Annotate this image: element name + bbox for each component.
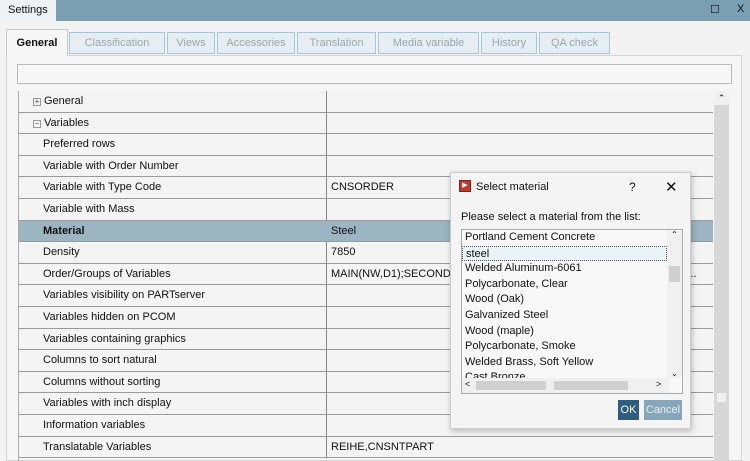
material-item[interactable]: Wood (Oak) [462, 292, 682, 308]
property-label: Variables with inch display [43, 397, 172, 410]
property-label: Variables hidden on PCOM [43, 310, 176, 323]
property-label: Columns to sort natural [43, 354, 157, 367]
property-name: Variable with Mass [19, 198, 327, 220]
property-row[interactable]: + General [19, 91, 713, 113]
collapse-icon[interactable]: − [33, 119, 41, 128]
material-item[interactable]: Galvanized Steel [462, 308, 682, 324]
material-item[interactable]: Welded Aluminum-6061 [462, 261, 682, 277]
window-titlebar: Settings ☐ X [0, 0, 750, 21]
property-name: Variable with Order Number [19, 155, 327, 177]
property-value[interactable] [328, 91, 713, 112]
app-icon: ▶ [459, 180, 471, 192]
property-name: Variables visibility on PARTserver [19, 285, 327, 306]
tab-accessories[interactable]: Accessories [217, 32, 295, 54]
chevron-up-icon[interactable]: ⌃ [667, 230, 682, 239]
property-name: Columns without sorting [19, 371, 327, 393]
list-hscroll-thumb[interactable] [546, 381, 554, 390]
material-item[interactable]: Portland Cement Concrete [462, 230, 682, 246]
property-label: Variables containing graphics [43, 332, 186, 345]
material-list[interactable]: Portland Cement Concrete steel Welded Alum… [461, 229, 683, 394]
close-icon[interactable]: X [737, 3, 744, 15]
property-row[interactable]: − Variables [19, 112, 713, 135]
property-label: Preferred rows [43, 138, 116, 151]
material-item[interactable]: Welded Brass, Soft Yellow [462, 355, 682, 371]
tab-qa-check[interactable]: QA check [539, 32, 610, 54]
property-name: Variables with inch display [19, 393, 327, 414]
dialog-title: Select material [476, 181, 549, 193]
property-name: Information variables [19, 414, 327, 436]
material-item[interactable]: Polycarbonate, Smoke [462, 339, 682, 355]
property-value[interactable] [328, 113, 713, 134]
property-label: General [44, 95, 84, 107]
list-scroll-thumb[interactable] [669, 266, 680, 282]
property-label: Translatable Variables [43, 440, 152, 453]
tab-history[interactable]: History [481, 32, 537, 54]
tab-views[interactable]: Views [167, 32, 215, 54]
dialog-close-button[interactable]: ✕ [665, 178, 678, 196]
property-name: Order/Groups of Variables [19, 263, 327, 285]
list-horizontal-scrollbar[interactable]: < > [462, 378, 669, 393]
property-row[interactable]: Translatable Variables REIHE,CNSNTPART [19, 436, 713, 459]
chevron-left-icon[interactable]: < [465, 379, 470, 389]
property-name: Variables containing graphics [19, 328, 327, 350]
property-name: Variables hidden on PCOM [19, 306, 327, 328]
property-label: Information variables [43, 418, 146, 431]
property-row[interactable]: Preferred rows [19, 134, 713, 156]
property-label: Variable with Order Number [43, 159, 179, 172]
scroll-thumb[interactable] [717, 393, 726, 402]
property-name: − Variables [19, 112, 327, 134]
property-label: Order/Groups of Variables [43, 267, 171, 280]
property-label: Variable with Mass [43, 202, 135, 215]
property-name: Columns to sort natural [19, 350, 327, 371]
property-label: Columns without sorting [43, 375, 161, 388]
property-label: Variables visibility on PARTserver [43, 289, 206, 302]
list-vertical-scrollbar[interactable]: ⌃ ⌄ [667, 230, 682, 378]
scroll-up-icon[interactable]: ⌃ [714, 91, 729, 105]
ok-button[interactable]: OK [618, 400, 639, 420]
cancel-button[interactable]: Cancel [644, 400, 682, 420]
select-material-dialog: ▶ Select material ? ✕ Please select a ma… [450, 172, 691, 429]
tab-general[interactable]: General [6, 29, 68, 56]
expand-icon[interactable]: + [33, 98, 41, 106]
help-button[interactable]: ? [629, 180, 636, 194]
property-name: Translatable Variables [19, 436, 327, 458]
window-title: Settings [0, 0, 56, 21]
tab-classification[interactable]: Classification [69, 32, 165, 54]
chevron-down-icon[interactable]: ⌄ [667, 369, 682, 378]
property-name: Material [41, 221, 327, 242]
property-value[interactable]: REIHE,CNSNTPART [328, 437, 713, 458]
property-label: Variables [44, 116, 90, 129]
material-item[interactable]: Wood (maple) [462, 324, 682, 340]
property-name: + General [19, 91, 327, 112]
tab-media-variable[interactable]: Media variable [378, 32, 479, 54]
maximize-icon[interactable]: ☐ [710, 3, 720, 16]
property-name: Variable with Type Code [19, 177, 327, 198]
chevron-right-icon[interactable]: > [656, 379, 661, 389]
property-label: Variable with Type Code [43, 181, 162, 194]
dialog-prompt: Please select a material from the list: [461, 211, 641, 223]
material-item[interactable]: steel [462, 245, 667, 262]
property-value[interactable] [328, 134, 713, 155]
property-name: Preferred rows [19, 134, 327, 155]
tab-translation[interactable]: Translation [297, 32, 376, 54]
filter-input[interactable] [17, 64, 732, 84]
property-name: Density [19, 242, 327, 263]
property-label: Density [43, 246, 80, 259]
property-label: Material [43, 224, 85, 237]
grid-scrollbar[interactable]: ⌃ [714, 91, 729, 461]
material-item[interactable]: Polycarbonate, Clear [462, 277, 682, 293]
